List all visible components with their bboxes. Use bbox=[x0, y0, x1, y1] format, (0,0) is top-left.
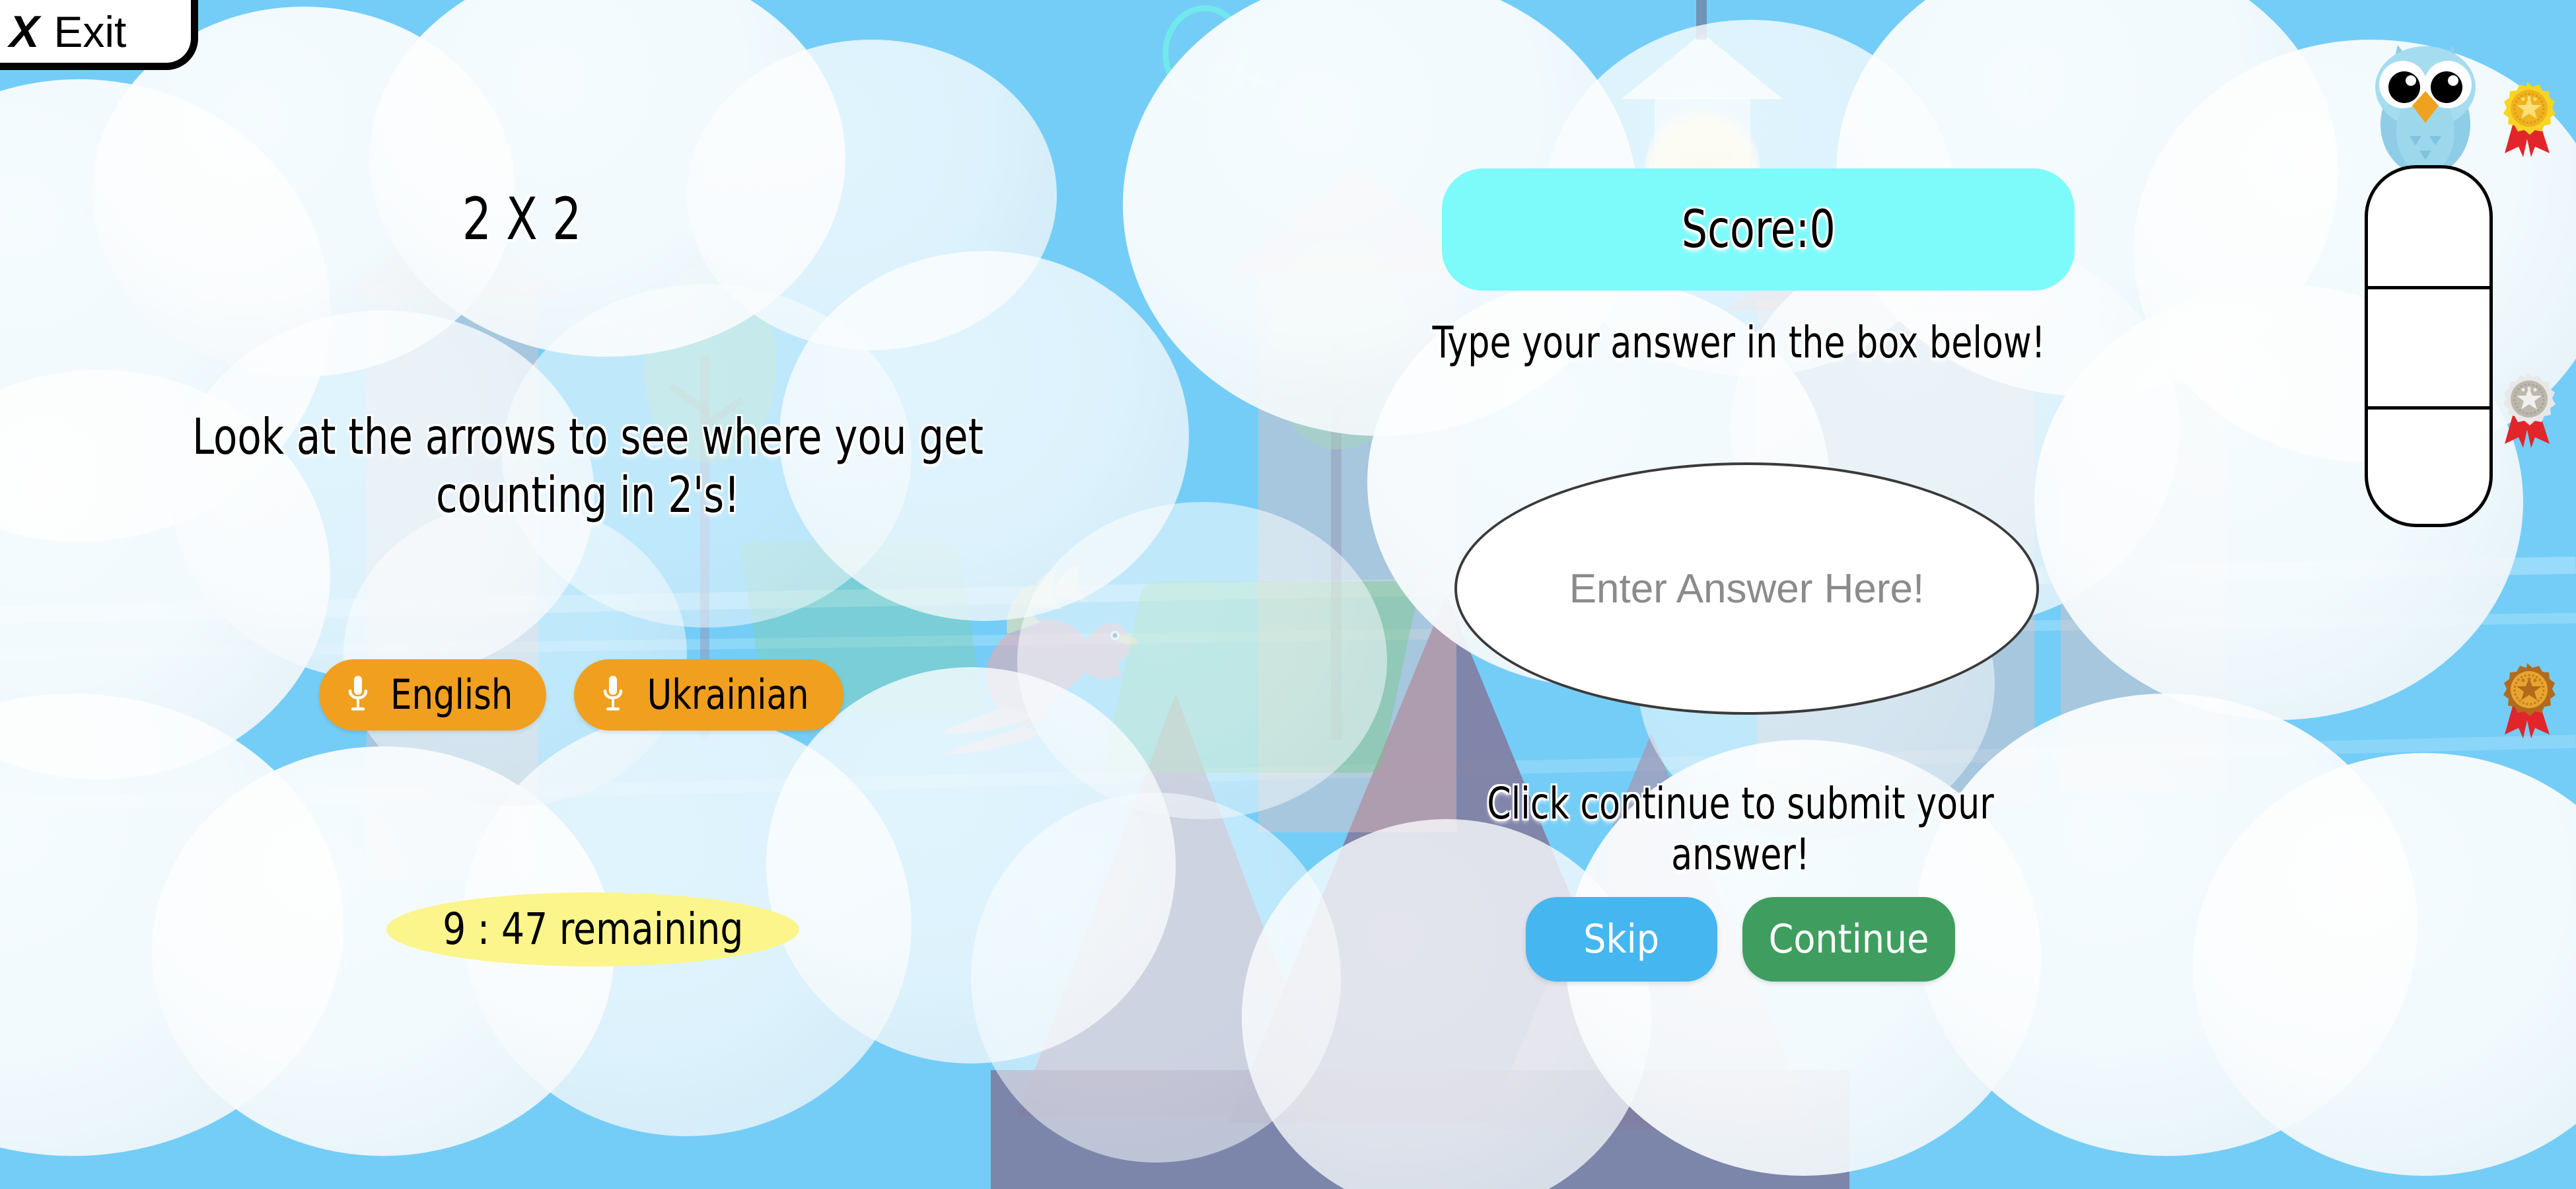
question-text: 2 X 2 bbox=[462, 185, 582, 253]
continue-button[interactable]: Continue bbox=[1742, 897, 1956, 982]
submit-prompt-text: Click continue to submit your answer! bbox=[1487, 778, 1994, 881]
microphone-icon bbox=[347, 674, 369, 716]
progress-tube-divider bbox=[2368, 286, 2489, 289]
english-audio-label: English bbox=[390, 670, 513, 719]
exit-button[interactable]: X Exit bbox=[0, 0, 198, 70]
timer-badge: 9 : 47 remaining bbox=[386, 892, 799, 966]
timer-label: 9 : 47 remaining bbox=[442, 904, 744, 955]
answer-prompt-text: Type your answer in the box below! bbox=[1432, 317, 2046, 368]
gold-medal-badge bbox=[2497, 79, 2558, 160]
progress-tube-divider bbox=[2368, 406, 2489, 410]
exit-button-label: Exit bbox=[54, 7, 127, 56]
action-button-row: Skip Continue bbox=[1440, 897, 2041, 982]
english-audio-button[interactable]: English bbox=[319, 659, 546, 731]
instruction-text: Look at the arrows to see where you get … bbox=[192, 408, 984, 524]
progress-panel bbox=[2332, 40, 2576, 1110]
bronze-medal-badge bbox=[2497, 661, 2558, 741]
score-label: Score:0 bbox=[1681, 199, 1836, 260]
language-button-row: English Ukrainian bbox=[0, 659, 1163, 731]
silver-medal-badge bbox=[2497, 370, 2558, 450]
cloud-layer bbox=[0, 0, 2576, 1189]
cloud bbox=[343, 502, 687, 806]
skip-button[interactable]: Skip bbox=[1525, 897, 1717, 982]
ukrainian-audio-button[interactable]: Ukrainian bbox=[573, 659, 843, 731]
microphone-icon bbox=[602, 674, 624, 716]
answer-input-wrapper bbox=[1454, 462, 2039, 715]
close-x-icon: X bbox=[9, 6, 40, 57]
game-screen: X Exit 2 X 2 Look at the arrows to see w… bbox=[0, 0, 2576, 1189]
ukrainian-audio-label: Ukrainian bbox=[647, 670, 809, 719]
answer-input[interactable] bbox=[1454, 462, 2039, 715]
score-badge: Score:0 bbox=[1442, 168, 2075, 291]
progress-tube bbox=[2365, 165, 2493, 527]
owl-mascot-icon bbox=[2366, 40, 2485, 182]
